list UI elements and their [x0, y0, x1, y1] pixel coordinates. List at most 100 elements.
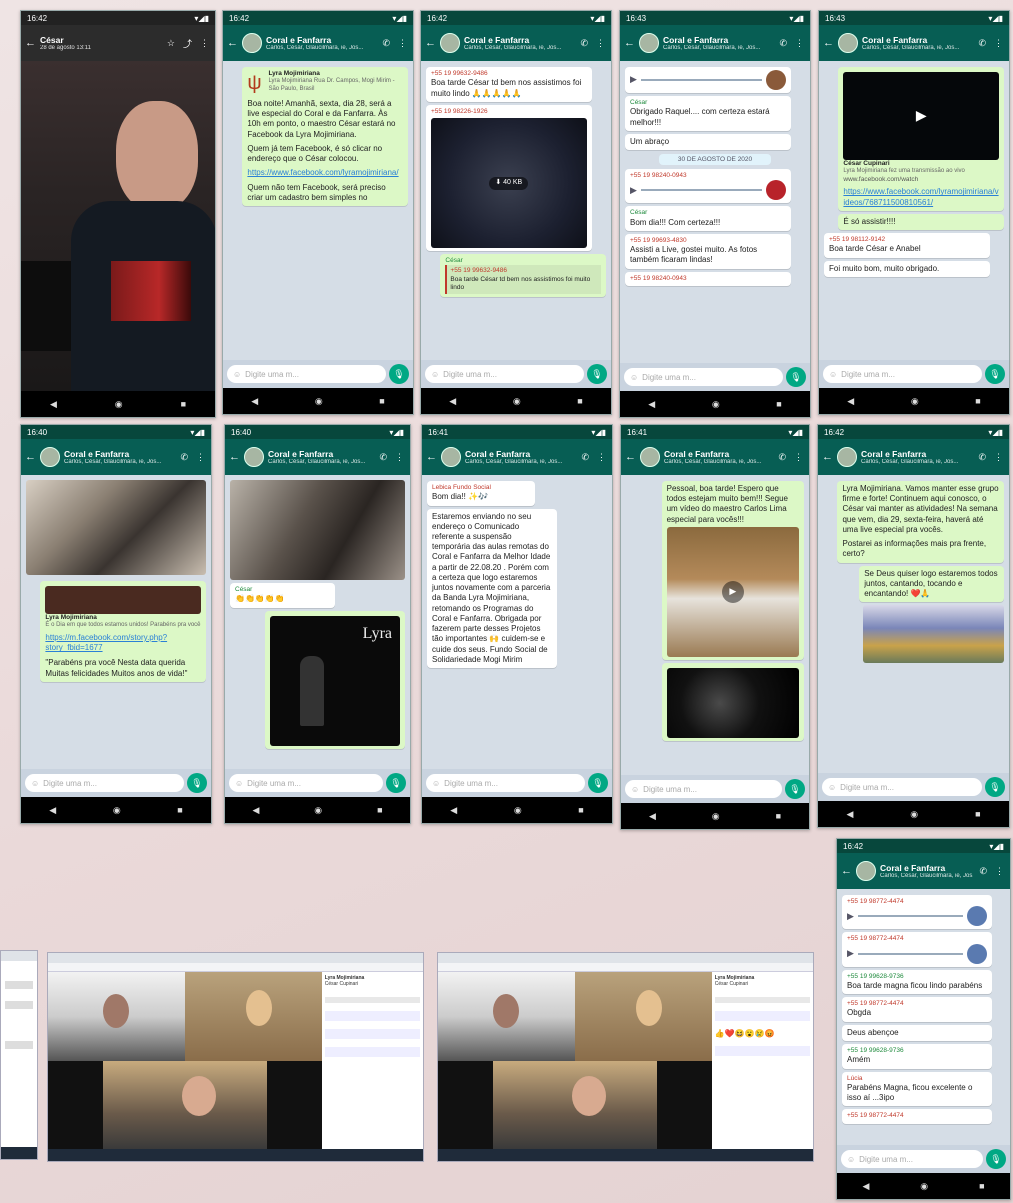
emoji-icon[interactable]: ☺: [829, 370, 837, 379]
audio-message[interactable]: ▶: [625, 67, 791, 93]
nav-home-icon[interactable]: ◉: [113, 805, 121, 816]
chat-header[interactable]: ← Coral e Fanfarra Carlos, César, Glaucil…: [620, 25, 810, 61]
video-link-message[interactable]: ▶ César Cupinari Lyra Mojimiriana fez um…: [838, 67, 1004, 211]
mic-icon[interactable]: 🎙: [187, 773, 207, 793]
poster-message[interactable]: Lyra: [265, 610, 405, 749]
emoji-icon[interactable]: ☺: [630, 373, 638, 382]
audio-message[interactable]: +55 19 98772-4474 ▶: [842, 895, 992, 930]
group-avatar[interactable]: [40, 447, 60, 467]
link-preview-message[interactable]: Lyra Mojimiriana É o Dia em que todos es…: [40, 581, 206, 682]
nav-recent-icon[interactable]: ■: [975, 396, 980, 406]
chat-message[interactable]: Estaremos enviando no seu endereço o Com…: [427, 508, 557, 669]
nav-recent-icon[interactable]: ■: [379, 396, 384, 406]
video-thumbnail[interactable]: ▶: [666, 526, 799, 657]
menu-icon[interactable]: ⋮: [194, 452, 207, 463]
video-message[interactable]: Pessoal, boa tarde! Espero que todos est…: [661, 481, 804, 660]
group-avatar[interactable]: [837, 447, 857, 467]
call-icon[interactable]: ✆: [578, 38, 590, 49]
message-input[interactable]: ☺ Digite uma m...: [625, 780, 782, 798]
message-input[interactable]: ☺ Digite uma m...: [425, 365, 584, 383]
nav-recent-icon[interactable]: ■: [181, 399, 186, 409]
facebook-link[interactable]: https://www.facebook.com/lyramojimiriana…: [247, 168, 403, 178]
call-icon[interactable]: ✆: [976, 452, 988, 463]
chat-message[interactable]: Foi muito bom, muito obrigado.: [824, 260, 990, 277]
nav-home-icon[interactable]: ◉: [712, 399, 720, 410]
message-input[interactable]: ☺ Digite uma m...: [822, 778, 982, 796]
back-arrow-icon[interactable]: ←: [822, 451, 833, 463]
rehearsal-photo[interactable]: [26, 480, 206, 575]
back-arrow-icon[interactable]: ←: [227, 37, 238, 49]
menu-icon[interactable]: ⋮: [595, 452, 608, 463]
nav-home-icon[interactable]: ◉: [115, 399, 123, 410]
download-badge[interactable]: ⬇ 40 KB: [489, 176, 529, 190]
chat-message[interactable]: +55 19 99693-4830 Assisti a Live, gostei …: [625, 233, 791, 269]
mic-icon[interactable]: 🎙: [386, 773, 406, 793]
facebook-story-link[interactable]: https://m.facebook.com/story.php?story_f…: [45, 633, 201, 653]
mic-icon[interactable]: 🎙: [786, 367, 806, 387]
video-thumbnail[interactable]: ▶: [843, 72, 999, 160]
group-title-block[interactable]: Coral e Fanfarra Carlos, César, Glaucilma…: [464, 35, 574, 51]
message-input[interactable]: ☺ Digite uma m...: [426, 774, 585, 792]
link-preview-message[interactable]: ψ Lyra Mojimiriana Lyra Mojimiriana Rua D…: [242, 67, 408, 207]
play-icon[interactable]: ▶: [847, 911, 854, 923]
play-icon[interactable]: ▶: [847, 948, 854, 960]
nav-recent-icon[interactable]: ■: [979, 1181, 984, 1191]
chat-message[interactable]: É só assistir!!!!: [838, 213, 1004, 230]
play-icon[interactable]: ▶: [630, 74, 637, 86]
group-photo[interactable]: [863, 605, 1004, 664]
quoted-message[interactable]: +55 19 99632-9486 Boa tarde César td bem …: [445, 265, 601, 295]
group-avatar[interactable]: [640, 447, 660, 467]
menu-icon[interactable]: ⋮: [992, 452, 1005, 463]
play-icon[interactable]: ▶: [630, 185, 637, 197]
audio-track[interactable]: [857, 952, 963, 955]
chat-message[interactable]: +55 19 98772-4474: [842, 1109, 992, 1124]
nav-home-icon[interactable]: ◉: [911, 396, 919, 407]
chat-message[interactable]: +55 19 98112-9142 Boa tarde César e Anabe…: [824, 233, 990, 258]
group-title-block[interactable]: Coral e Fanfarra Carlos, César, Glaucilma…: [268, 449, 373, 465]
nav-back-icon[interactable]: ◀: [252, 805, 259, 816]
emoji-icon[interactable]: ☺: [828, 783, 836, 792]
group-avatar[interactable]: [838, 33, 858, 53]
group-avatar[interactable]: [440, 33, 460, 53]
nav-home-icon[interactable]: ◉: [513, 396, 521, 407]
chat-message[interactable]: +55 19 99632-9486 Boa tarde César td bem …: [426, 67, 592, 102]
call-icon[interactable]: ✆: [178, 452, 190, 463]
chat-message[interactable]: César Obrigado Raquel.... com certeza est…: [625, 96, 791, 131]
mic-icon[interactable]: 🎙: [985, 777, 1005, 797]
group-title-block[interactable]: Coral e Fanfarra Carlos, César, Glaucilma…: [862, 35, 972, 51]
group-title-block[interactable]: Coral e Fanfarra Carlos, César, Glaucilma…: [880, 863, 973, 879]
call-icon[interactable]: ✆: [579, 452, 591, 463]
mic-icon[interactable]: 🎙: [587, 364, 607, 384]
nav-home-icon[interactable]: ◉: [315, 396, 323, 407]
emoji-icon[interactable]: ☺: [847, 1155, 855, 1164]
nav-recent-icon[interactable]: ■: [776, 811, 781, 821]
chat-header[interactable]: ← Coral e Fanfarra Carlos, César, Glaucil…: [837, 853, 1010, 889]
concert-poster[interactable]: Lyra: [270, 615, 400, 746]
nav-back-icon[interactable]: ◀: [50, 399, 57, 410]
group-avatar[interactable]: [244, 447, 264, 467]
emoji-icon[interactable]: ☺: [31, 779, 39, 788]
menu-icon[interactable]: ⋮: [992, 38, 1005, 49]
play-icon[interactable]: ▶: [721, 580, 744, 603]
call-icon[interactable]: ✆: [776, 452, 788, 463]
group-title-block[interactable]: Coral e Fanfarra Carlos, César, Glaucilma…: [266, 35, 376, 51]
emoji-icon[interactable]: ☺: [431, 370, 439, 379]
share-icon[interactable]: ⤴: [181, 37, 194, 50]
message-input[interactable]: ☺ Digite uma m...: [229, 774, 383, 792]
nav-home-icon[interactable]: ◉: [514, 805, 522, 816]
browser-tabs[interactable]: [48, 953, 423, 963]
back-arrow-icon[interactable]: ←: [624, 37, 635, 49]
group-avatar[interactable]: [242, 33, 262, 53]
mic-icon[interactable]: 🎙: [588, 773, 608, 793]
group-title-block[interactable]: Coral e Fanfarra Carlos, César, Glaucilma…: [663, 35, 773, 51]
musicians-photo[interactable]: [230, 480, 405, 580]
call-icon[interactable]: ✆: [377, 452, 389, 463]
chat-header[interactable]: ← Coral e Fanfarra Carlos, César, Glaucil…: [422, 439, 612, 475]
menu-icon[interactable]: ⋮: [393, 452, 406, 463]
mic-icon[interactable]: 🎙: [389, 364, 409, 384]
back-arrow-icon[interactable]: ←: [841, 865, 852, 877]
call-icon[interactable]: ✆: [777, 38, 789, 49]
menu-icon[interactable]: ⋮: [993, 866, 1006, 877]
message-input[interactable]: ☺ Digite uma m...: [624, 368, 783, 386]
nav-recent-icon[interactable]: ■: [377, 805, 382, 815]
